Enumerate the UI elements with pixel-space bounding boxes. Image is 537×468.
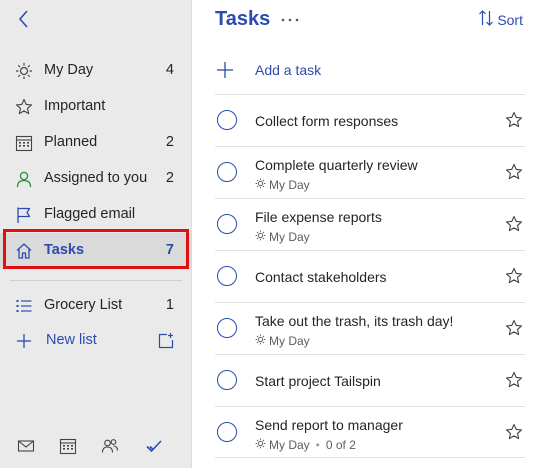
star-icon[interactable]	[505, 163, 523, 181]
task-row[interactable]: Take out the trash, its trash day! My Da…	[215, 302, 525, 354]
separator-dot: •	[315, 438, 320, 452]
selection-highlight	[3, 229, 189, 269]
star-icon[interactable]	[505, 267, 523, 285]
complete-checkbox[interactable]	[217, 422, 237, 442]
sun-icon	[255, 334, 266, 348]
sidebar-item-label: My Day	[44, 62, 94, 78]
plus-icon	[14, 331, 34, 351]
sidebar-item-count: 2	[165, 134, 174, 150]
task-list: Collect form responses Complete quarterl…	[215, 94, 525, 458]
task-title: Contact stakeholders	[255, 269, 387, 285]
people-icon[interactable]	[100, 436, 120, 456]
task-title: Take out the trash, its trash day!	[255, 313, 454, 329]
task-title: Start project Tailspin	[255, 373, 381, 389]
new-group-icon[interactable]	[156, 331, 176, 351]
sidebar-item-count: 4	[165, 62, 174, 78]
task-row[interactable]: Start project Tailspin	[215, 354, 525, 406]
sidebar-item-count: 1	[165, 297, 174, 313]
page-title: Tasks	[215, 8, 271, 30]
sidebar-item-label: Assigned to you	[44, 170, 148, 186]
my-day-tag: My Day	[269, 438, 310, 452]
list-icon	[14, 296, 34, 316]
my-day-tag: My Day	[269, 334, 310, 348]
task-meta: My Day	[255, 178, 310, 192]
sidebar-item-grocery-list[interactable]: Grocery List 1	[0, 288, 192, 324]
sidebar-item-label: Grocery List	[44, 297, 123, 313]
task-row[interactable]: Collect form responses	[215, 94, 525, 146]
sidebar-item-count: 2	[165, 170, 174, 186]
star-icon[interactable]	[505, 111, 523, 129]
checkmark-icon[interactable]	[144, 436, 164, 456]
sidebar-item-label: Planned	[44, 134, 98, 150]
complete-checkbox[interactable]	[217, 162, 237, 182]
sidebar: My Day 4 Important Planned 2 Assigned to…	[0, 0, 192, 468]
task-meta: My Day	[255, 230, 310, 244]
calendar-icon[interactable]	[58, 436, 78, 456]
add-task-placeholder: Add a task	[255, 62, 322, 78]
mail-icon[interactable]	[16, 436, 36, 456]
sun-icon	[255, 438, 266, 452]
sidebar-item-flagged-email[interactable]: Flagged email	[0, 197, 192, 233]
task-meta: My Day	[255, 334, 310, 348]
task-title: File expense reports	[255, 209, 382, 225]
task-row[interactable]: File expense reports My Day	[215, 198, 525, 250]
new-list-label: New list	[46, 332, 97, 348]
more-options-icon[interactable]	[279, 10, 301, 30]
complete-checkbox[interactable]	[217, 110, 237, 130]
sort-icon	[478, 9, 494, 30]
task-row[interactable]: Contact stakeholders	[215, 250, 525, 302]
sidebar-item-my-day[interactable]: My Day 4	[0, 53, 192, 89]
task-title: Complete quarterly review	[255, 157, 418, 173]
new-list-button[interactable]: New list	[0, 323, 192, 359]
sun-icon	[255, 230, 266, 244]
task-row[interactable]: Send report to manager My Day • 0 of 2	[215, 406, 525, 458]
star-icon	[14, 97, 34, 117]
sort-label: Sort	[497, 11, 523, 28]
complete-checkbox[interactable]	[217, 370, 237, 390]
star-icon[interactable]	[505, 423, 523, 441]
star-icon[interactable]	[505, 371, 523, 389]
sidebar-item-important[interactable]: Important	[0, 89, 192, 125]
person-icon	[14, 169, 34, 189]
task-row[interactable]: Complete quarterly review My Day	[215, 146, 525, 198]
sidebar-item-assigned-to-you[interactable]: Assigned to you 2	[0, 161, 192, 197]
add-task-input[interactable]: Add a task	[215, 54, 525, 90]
my-day-tag: My Day	[269, 178, 310, 192]
main-panel: Tasks Sort Add a task Collect form respo…	[193, 0, 537, 468]
sidebar-item-label: Flagged email	[44, 206, 136, 222]
back-chevron-icon[interactable]	[14, 8, 34, 30]
complete-checkbox[interactable]	[217, 214, 237, 234]
my-day-tag: My Day	[269, 230, 310, 244]
sun-icon	[255, 178, 266, 192]
sidebar-divider	[10, 280, 182, 281]
sun-icon	[14, 61, 34, 81]
task-meta: My Day • 0 of 2	[255, 438, 356, 452]
calendar-icon	[14, 133, 34, 153]
complete-checkbox[interactable]	[217, 266, 237, 286]
sidebar-item-label: Important	[44, 98, 106, 114]
complete-checkbox[interactable]	[217, 318, 237, 338]
steps-progress: 0 of 2	[325, 438, 356, 452]
star-icon[interactable]	[505, 215, 523, 233]
sidebar-footer	[0, 430, 192, 462]
plus-icon	[215, 60, 235, 80]
task-title: Send report to manager	[255, 417, 403, 433]
star-icon[interactable]	[505, 319, 523, 337]
task-title: Collect form responses	[255, 113, 399, 129]
flag-icon	[14, 205, 34, 225]
sort-button[interactable]: Sort	[478, 9, 523, 30]
sidebar-item-planned[interactable]: Planned 2	[0, 125, 192, 161]
